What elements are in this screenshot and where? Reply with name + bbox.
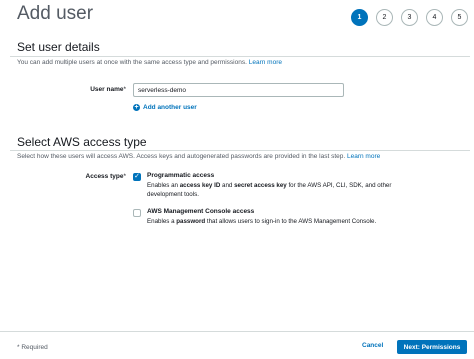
divider [10,150,470,151]
user-name-input[interactable] [133,83,344,97]
required-asterisk: * [123,86,126,93]
learn-more-link[interactable]: Learn more [347,153,380,160]
section-title-access-type: Select AWS access type [17,135,147,149]
access-type-label-text: Access type [85,173,124,180]
option-description: Enables an access key ID and secret acce… [147,182,392,198]
step-4[interactable]: 4 [426,9,443,26]
footer-divider [0,331,474,332]
option-title: Programmatic access [147,172,215,179]
details-desc-text: You can add multiple users at once with … [17,59,247,66]
option-title: AWS Management Console access [147,208,255,215]
programmatic-access-checkbox[interactable]: ✓ [133,173,141,181]
cancel-button[interactable]: Cancel [358,340,387,351]
wizard-steps: 1 2 3 4 5 [351,9,468,26]
required-note: * Required [17,344,48,351]
step-2[interactable]: 2 [376,9,393,26]
option-description: Enables a password that allows users to … [147,218,377,225]
details-description: You can add multiple users at once with … [17,59,282,66]
add-another-user-link[interactable]: + Add another user [133,104,197,111]
access-desc-text: Select how these users will access AWS. … [17,153,346,160]
page-title: Add user [17,3,94,24]
step-1[interactable]: 1 [351,9,368,26]
divider [10,56,470,57]
option-programmatic-access[interactable]: ✓ Programmatic access Enables an access … [133,172,412,199]
add-another-user-label: Add another user [143,104,197,111]
step-5[interactable]: 5 [451,9,468,26]
plus-circle-icon: + [133,104,140,111]
user-name-label-text: User name [90,86,124,93]
required-asterisk: * [123,173,126,180]
option-console-access[interactable]: AWS Management Console access Enables a … [133,208,412,226]
learn-more-link[interactable]: Learn more [249,59,282,66]
console-access-checkbox[interactable] [133,209,141,217]
next-permissions-button[interactable]: Next: Permissions [397,340,467,354]
section-title-user-details: Set user details [17,40,100,54]
step-3[interactable]: 3 [401,9,418,26]
user-name-label: User name* [60,86,126,93]
access-type-label: Access type* [60,173,126,180]
access-description: Select how these users will access AWS. … [17,153,380,160]
